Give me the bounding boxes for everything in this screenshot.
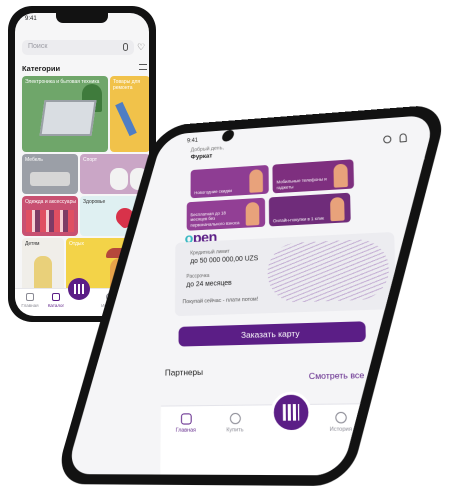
search-icon[interactable]: [383, 135, 391, 143]
wallet-icon: [389, 411, 401, 423]
user-name: Фуркат: [191, 153, 213, 161]
nav-home[interactable]: Главная: [166, 413, 205, 434]
status-time: 9:41: [187, 138, 198, 144]
category-tile-furniture[interactable]: Мебель: [22, 154, 78, 194]
nav-label: Главная: [166, 427, 205, 433]
nav-home[interactable]: Главная: [17, 293, 43, 308]
order-card-label: Заказать карту: [179, 326, 366, 341]
nav-payments[interactable]: Платежи: [374, 411, 417, 433]
partners-title: Партнеры: [165, 367, 203, 378]
banner-person-image: [330, 197, 345, 221]
user-icon: [229, 413, 240, 424]
card-wave-pattern: [267, 238, 389, 303]
qr-icon: [283, 404, 299, 421]
promo-banner[interactable]: Онлайн-покупки в 1 клик: [269, 193, 351, 227]
front-phone: 9:41 Добрый день, Фуркат Новогодние скид…: [69, 105, 441, 497]
back-phone-notch: [56, 13, 108, 23]
sofa-image: [30, 172, 70, 186]
tile-label: Товары для ремонта: [113, 79, 149, 91]
nav-label: Купить: [215, 427, 255, 433]
banner-text: Бесплатная до 18 месяцев без первоначаль…: [190, 209, 243, 228]
front-phone-screen: 9:41 Добрый день, Фуркат Новогодние скид…: [66, 114, 436, 475]
clock-icon: [335, 412, 347, 424]
home-icon: [180, 413, 191, 424]
tile-label: Одежда и аксессуары: [25, 199, 76, 205]
bell-icon[interactable]: [399, 133, 406, 142]
term-label: Рассрочка: [186, 273, 209, 280]
tile-label: Детям: [25, 241, 39, 247]
search-placeholder: Поиск: [28, 43, 47, 50]
banner-person-image: [249, 169, 263, 193]
promo-banner[interactable]: Мобильные телефоны и гаджеты: [272, 159, 354, 193]
nav-label: Платежи: [374, 426, 417, 433]
nav-label: Каталог: [43, 303, 69, 308]
nav-label: Главная: [17, 303, 43, 308]
category-tile-clothing[interactable]: Одежда и аксессуары: [22, 196, 78, 236]
list-view-icon[interactable]: [139, 64, 147, 70]
home-icon: [26, 293, 34, 301]
tile-label: Электроника и бытовая техника: [25, 79, 99, 85]
banner-person-image: [333, 164, 348, 188]
microphone-icon[interactable]: [123, 43, 128, 51]
see-all-link[interactable]: Смотреть все: [309, 370, 365, 381]
search-input[interactable]: Поиск: [22, 40, 134, 55]
banner-text: Мобильные телефоны и гаджеты: [276, 176, 331, 190]
heart-icon[interactable]: ♡: [137, 43, 145, 52]
promo-banner[interactable]: Бесплатная до 18 месяцев без первоначаль…: [187, 198, 266, 231]
nav-buy[interactable]: Купить: [215, 413, 255, 434]
nav-catalog[interactable]: Каталог: [43, 293, 69, 308]
qr-scan-button[interactable]: [271, 391, 312, 433]
banner-text: Онлайн-покупки в 1 клик: [273, 215, 329, 223]
categories-title: Категории: [22, 64, 60, 73]
catalog-icon: [52, 293, 60, 301]
clothes-rack-image: [26, 210, 74, 232]
status-time: 9:41: [25, 16, 37, 22]
order-card-button[interactable]: Заказать карту: [179, 321, 366, 346]
banner-person-image: [246, 202, 260, 226]
tile-label: Мебель: [25, 157, 43, 163]
promo-banner[interactable]: Новогодние скидки: [191, 165, 269, 198]
banner-text: Новогодние скидки: [194, 187, 247, 195]
